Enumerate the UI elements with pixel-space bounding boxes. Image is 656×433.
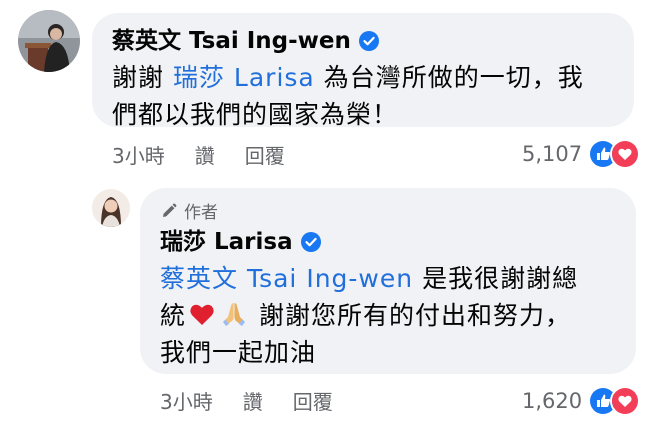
author-avatar-tsai[interactable]	[18, 10, 80, 72]
red-heart-emoji	[188, 300, 216, 328]
comment-actions-2: 3小時 讚 回覆	[160, 386, 363, 415]
comment-text-line2: 們都以我們的國家為榮！	[112, 100, 399, 129]
reaction-summary-2[interactable]: 1,620	[522, 386, 641, 416]
love-reaction-icon	[610, 386, 641, 416]
author-name-text[interactable]: 瑞莎 Larisa	[160, 228, 293, 256]
comment-text-rest: 為台灣所做的一切，我	[323, 63, 584, 92]
like-button[interactable]: 讚	[195, 140, 215, 169]
comment-body: 謝謝 瑞莎 Larisa 為台灣所做的一切，我 們都以我們的國家為榮！	[112, 59, 584, 133]
comment-timestamp[interactable]: 3小時	[160, 386, 213, 415]
pencil-icon	[163, 203, 177, 217]
comment-actions-1: 3小時 讚 回覆	[112, 140, 315, 169]
reaction-summary-1[interactable]: 5,107	[522, 139, 641, 169]
comment-timestamp[interactable]: 3小時	[112, 140, 165, 169]
author-name-text[interactable]: 蔡英文 Tsai Ing-wen	[112, 27, 351, 55]
like-button[interactable]: 讚	[243, 386, 263, 415]
comment-author-name[interactable]: 瑞莎 Larisa	[160, 228, 321, 256]
comment-bubble-2: 作者 瑞莎 Larisa 蔡英文 Tsai Ing-wen 是我很謝謝總 統 謝…	[140, 188, 636, 374]
reply-button[interactable]: 回覆	[245, 140, 285, 169]
author-avatar-larisa[interactable]	[92, 189, 130, 227]
comment-text-rest: 是我很謝謝總	[422, 264, 579, 293]
comment-text-prefix: 謝謝	[112, 63, 165, 92]
verified-badge-icon	[358, 31, 379, 51]
reaction-icons	[588, 139, 641, 169]
mention-link-tsai[interactable]: 蔡英文 Tsai Ing-wen	[160, 264, 413, 293]
comment-bubble-1: 蔡英文 Tsai Ing-wen 謝謝 瑞莎 Larisa 為台灣所做的一切，我…	[92, 13, 634, 129]
reaction-count: 5,107	[522, 142, 583, 166]
reaction-count: 1,620	[522, 389, 583, 413]
comment-text-line3: 我們一起加油	[160, 338, 317, 367]
comment-text-line2: 謝謝您所有的付出和努力，	[258, 301, 571, 330]
author-tag-label: 作者	[184, 203, 218, 223]
author-tag: 作者	[160, 198, 218, 223]
comment-thread: 蔡英文 Tsai Ing-wen 謝謝 瑞莎 Larisa 為台灣所做的一切，我…	[0, 0, 656, 433]
comment-body: 蔡英文 Tsai Ing-wen 是我很謝謝總 統 謝謝您所有的付出和努力， 我…	[160, 260, 578, 371]
verified-badge-icon	[300, 232, 321, 252]
folded-hands-emoji	[220, 300, 248, 328]
reply-button[interactable]: 回覆	[293, 386, 333, 415]
comment-text-line2-start: 統	[160, 301, 187, 330]
comment-author-name[interactable]: 蔡英文 Tsai Ing-wen	[112, 27, 379, 55]
mention-link-larisa[interactable]: 瑞莎 Larisa	[173, 63, 315, 92]
reaction-icons	[588, 386, 641, 416]
love-reaction-icon	[610, 139, 641, 169]
